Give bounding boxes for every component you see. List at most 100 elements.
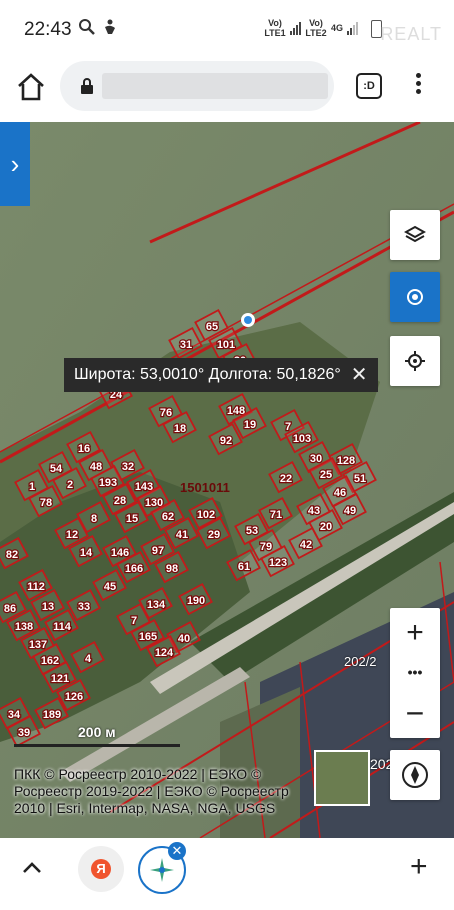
layers-button[interactable] [390, 210, 440, 260]
status-signal-group: Vo) LTE1 Vo) LTE2 4G [264, 18, 358, 38]
parcel-label: 18 [174, 423, 186, 435]
parcel-label: 8 [91, 513, 97, 525]
map-attribution: ПКК © Росреестр 2010-2022 | ЕЭКО © Росре… [14, 766, 289, 816]
compass-button[interactable] [390, 750, 440, 800]
parcel-label: 165 [139, 631, 157, 643]
parcel-label: 39 [18, 727, 30, 739]
parcel-label: 123 [269, 557, 287, 569]
close-tooltip-button[interactable]: ✕ [351, 358, 368, 392]
pick-point-button[interactable] [390, 336, 440, 386]
parcel-label: 31 [180, 339, 192, 351]
parcel-label: 103 [293, 433, 311, 445]
browser-toolbar: :D [0, 60, 454, 122]
parcel-label: 33 [78, 601, 90, 613]
parcel-label: 71 [270, 509, 282, 521]
crosshair-icon [405, 351, 425, 371]
new-tab-button[interactable]: + [410, 852, 428, 882]
parcel-label: 32 [122, 461, 134, 473]
parcel-label: 49 [344, 505, 356, 517]
more-zoom-button[interactable]: ••• [390, 664, 440, 680]
parcel-label: 13 [42, 601, 54, 613]
parcel-label: 34 [8, 709, 21, 721]
parcel-label: 121 [51, 673, 69, 685]
overflow-menu-button[interactable] [406, 70, 430, 100]
map-view[interactable]: 6531101202476181489219710316544832301281… [0, 122, 454, 838]
parcel-label: 41 [176, 529, 188, 541]
yandex-logo-icon: Я [91, 859, 111, 879]
plot-label-202-2: 202/2 [344, 654, 377, 669]
parcel-label: 53 [246, 525, 258, 537]
coordinates-text: Широта: 53,0010° Долгота: 50,1826° [74, 366, 341, 383]
tabs-switcher-button[interactable]: :D [356, 73, 382, 99]
close-badge-icon[interactable]: ✕ [168, 842, 186, 860]
parcel-label: 86 [4, 603, 16, 615]
chevron-up-icon[interactable] [18, 854, 46, 882]
parcel-label: 65 [206, 321, 218, 333]
parcel-label: 12 [66, 529, 78, 541]
yandex-button[interactable]: Я [78, 846, 124, 892]
parcel-label: 61 [238, 561, 250, 573]
accessibility-icon [105, 19, 115, 34]
parcel-label: 166 [125, 563, 143, 575]
parcel-label: 101 [217, 339, 235, 351]
parcel-label: 46 [334, 487, 346, 499]
parcel-label: 137 [29, 639, 47, 651]
parcel-label: 190 [187, 595, 205, 607]
parcel-label: 16 [78, 443, 90, 455]
location-target-icon [407, 289, 423, 305]
parcel-label: 40 [178, 633, 190, 645]
basemap-switcher-thumbnail[interactable] [314, 750, 370, 806]
parcel-label: 19 [244, 419, 256, 431]
parcel-label: 7 [131, 615, 137, 627]
parcel-label: 124 [155, 647, 174, 659]
lock-icon [81, 78, 93, 94]
parcel-label: 15 [126, 513, 138, 525]
parcel-label: 20 [320, 521, 332, 533]
signal-bars-icon-2 [347, 21, 358, 35]
scale-text: 200 м [78, 724, 116, 740]
parcel-label: 54 [50, 463, 63, 475]
parcel-label: 114 [53, 621, 72, 633]
map-scale: 200 м [14, 724, 180, 747]
parcel-label: 138 [15, 621, 33, 633]
parcel-label: 28 [114, 495, 126, 507]
status-time: 22:43 [24, 19, 72, 40]
parcel-label: 79 [260, 541, 272, 553]
signal-label-1: Vo) LTE1 [264, 18, 286, 38]
url-text-redacted [102, 73, 328, 99]
parcel-label: 45 [104, 581, 116, 593]
parcel-label: 2 [67, 479, 73, 491]
parcel-label: 42 [300, 539, 312, 551]
sidebar-toggle-button[interactable]: › [0, 122, 30, 206]
coordinates-tooltip: Широта: 53,0010° Долгота: 50,1826° ✕ [64, 358, 378, 392]
my-location-button[interactable] [390, 272, 440, 322]
parcel-label: 112 [27, 581, 45, 593]
parcel-label: 29 [208, 529, 220, 541]
parcel-label: 102 [197, 509, 215, 521]
parcel-label: 162 [41, 655, 59, 667]
parcel-label: 128 [337, 455, 355, 467]
parcel-label: 22 [280, 473, 292, 485]
parcel-label: 82 [6, 549, 18, 561]
parcel-label: 97 [152, 545, 164, 557]
zoom-controls: + ••• − [390, 608, 440, 738]
address-bar[interactable] [60, 61, 334, 111]
bottom-navigation-bar: Я ✕ + [0, 838, 454, 910]
network-type-label: 4G [330, 23, 343, 33]
home-icon[interactable] [14, 70, 48, 104]
parcel-label: 126 [65, 691, 83, 703]
parcel-label: 92 [220, 435, 232, 447]
cadastral-quarter-label: 1501011 [180, 480, 230, 495]
zoom-in-button[interactable]: + [390, 616, 440, 650]
scale-bar [14, 744, 180, 747]
parcel-label: 78 [40, 497, 52, 509]
zoom-out-button[interactable]: − [390, 696, 440, 730]
layers-icon [404, 225, 426, 243]
parcel-label: 51 [354, 473, 366, 485]
status-notification-icons [78, 18, 118, 36]
parcel-label: 146 [111, 547, 129, 559]
parcel-label: 98 [166, 563, 178, 575]
parcel-label: 1 [29, 481, 35, 493]
parcel-label: 134 [147, 599, 166, 611]
parcel-label: 48 [90, 461, 102, 473]
